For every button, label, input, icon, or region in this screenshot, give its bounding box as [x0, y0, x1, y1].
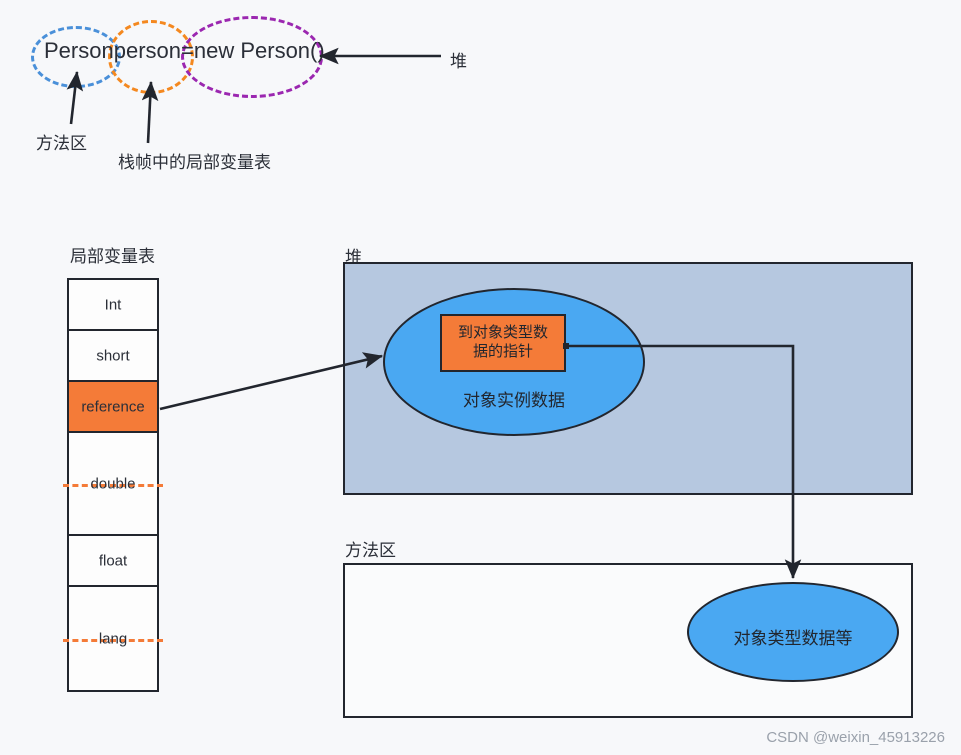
- pointer-box-line1: 到对象类型数: [457, 324, 548, 342]
- lvt-slot-reference: reference: [69, 382, 157, 433]
- local-variable-table-title: 局部变量表: [70, 247, 155, 266]
- lvt-slot-label: reference: [81, 398, 145, 415]
- lvt-slot-label: Int: [104, 296, 122, 313]
- annotation-method-area: 方法区: [36, 134, 87, 153]
- lvt-slot-label: double: [90, 475, 136, 492]
- lvt-slot-float: float: [69, 536, 157, 587]
- annotation-stack-frame-lvt: 栈帧中的局部变量表: [118, 153, 271, 172]
- lvt-slot-double: double: [63, 433, 163, 536]
- pointer-box-line2: 据的指针: [472, 343, 533, 360]
- lvt-slot-short: short: [69, 331, 157, 382]
- lvt-slot-label: short: [96, 347, 130, 364]
- method-area-title: 方法区: [345, 541, 396, 560]
- code-segment-operator: =: [181, 38, 194, 63]
- code-expression: Personperson=new Person(): [44, 38, 325, 64]
- lvt-slot-lang: lang: [63, 587, 163, 690]
- object-type-data-ellipse: 对象类型数据等: [687, 582, 899, 682]
- local-variable-table: Int short reference double float lang: [63, 278, 163, 692]
- lvt-slot-int: Int: [69, 280, 157, 331]
- object-type-data-caption: 对象类型数据等: [733, 629, 853, 648]
- watermark: CSDN @weixin_45913226: [766, 729, 945, 746]
- object-type-pointer-box: 到对象类型数 据的指针: [440, 314, 566, 372]
- pointer-box-text: 到对象类型数 据的指针: [458, 324, 548, 362]
- object-instance-caption: 对象实例数据: [463, 391, 565, 410]
- annotation-heap: 堆: [450, 52, 467, 71]
- lvt-slot-label: lang: [98, 630, 128, 647]
- diagram-canvas: Personperson=new Person() 方法区 栈帧中的局部变量表 …: [0, 0, 961, 755]
- lvt-slot-label: float: [98, 552, 128, 569]
- code-segment-instantiation: new Person(): [193, 38, 325, 63]
- code-segment-type: Person: [44, 38, 114, 63]
- code-segment-variable: person: [113, 38, 181, 63]
